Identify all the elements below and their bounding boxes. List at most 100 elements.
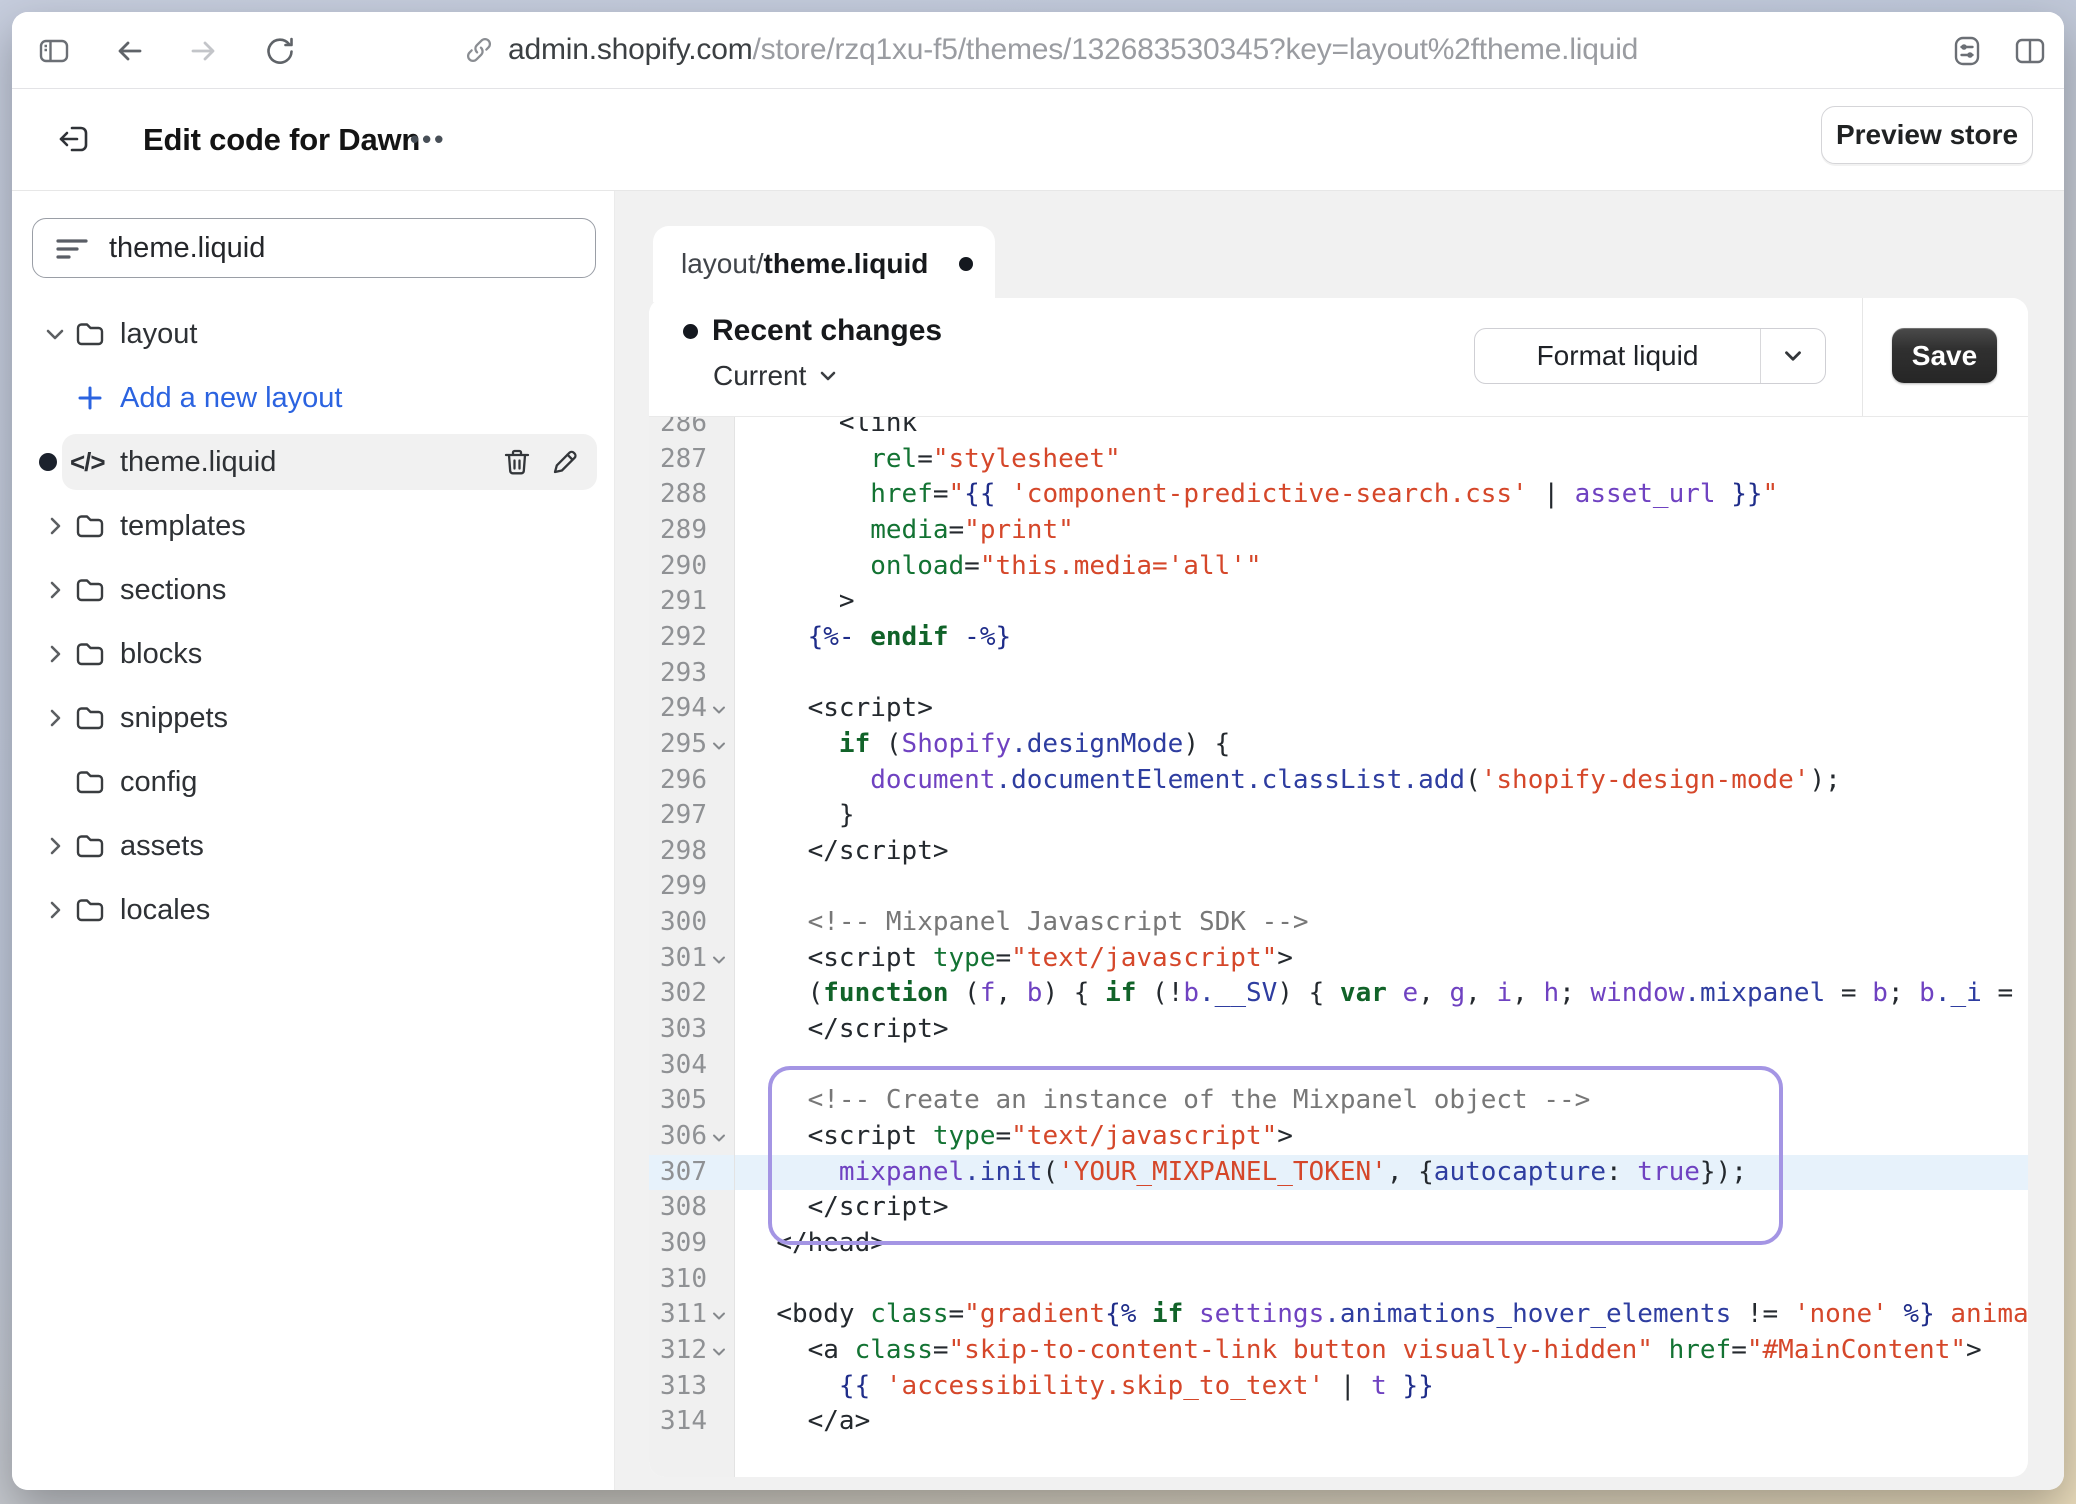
code-line-287[interactable]: rel="stylesheet" — [745, 442, 1121, 478]
sidebar-item-sections[interactable]: sections — [12, 558, 614, 622]
code-line-314[interactable]: </a> — [745, 1404, 870, 1440]
line-number[interactable]: 305 — [649, 1083, 707, 1119]
more-actions-button[interactable]: ••• — [410, 89, 446, 190]
delete-file-icon[interactable] — [501, 446, 533, 478]
code-line-300[interactable]: <!-- Mixpanel Javascript SDK --> — [745, 905, 1309, 941]
line-number[interactable]: 287 — [649, 442, 707, 478]
file-search-input[interactable]: theme.liquid — [32, 218, 596, 278]
sidebar-toggle-icon[interactable] — [37, 34, 71, 68]
code-line-296[interactable]: document.documentElement.classList.add('… — [745, 763, 1841, 799]
sidebar-item-locales[interactable]: locales — [12, 878, 614, 942]
line-number[interactable]: 291 — [649, 584, 707, 620]
line-number[interactable]: 306 — [649, 1119, 707, 1155]
code-line-289[interactable]: media="print" — [745, 513, 1074, 549]
tab-theme-liquid[interactable]: layout/theme.liquid — [653, 226, 995, 302]
code-line-297[interactable]: } — [745, 798, 855, 834]
code-line-307[interactable]: mixpanel.init('YOUR_MIXPANEL_TOKEN', {au… — [745, 1155, 1747, 1191]
line-number[interactable]: 298 — [649, 834, 707, 870]
line-number[interactable]: 295 — [649, 727, 707, 763]
fold-chevron-icon[interactable] — [709, 1119, 731, 1148]
code-line-305[interactable]: <!-- Create an instance of the Mixpanel … — [745, 1083, 1590, 1119]
extensions-icon[interactable] — [1950, 34, 1984, 68]
line-number[interactable]: 292 — [649, 620, 707, 656]
code-line-308[interactable]: </script> — [745, 1190, 949, 1226]
code-file-icon: </> — [70, 430, 105, 494]
fold-chevron-icon[interactable] — [709, 691, 731, 720]
chevron-right-icon[interactable] — [42, 513, 68, 539]
code-line-288[interactable]: href="{{ 'component-predictive-search.cs… — [745, 477, 1778, 513]
line-number[interactable]: 313 — [649, 1369, 707, 1405]
save-button[interactable]: Save — [1892, 328, 1997, 383]
line-number[interactable]: 294 — [649, 691, 707, 727]
rename-file-icon[interactable] — [549, 446, 581, 478]
line-number[interactable]: 286 — [649, 417, 707, 442]
format-options-chevron[interactable] — [1761, 329, 1825, 383]
line-number[interactable]: 289 — [649, 513, 707, 549]
code-line-312[interactable]: <a class="skip-to-content-link button vi… — [745, 1333, 1982, 1369]
forward-icon[interactable] — [186, 34, 220, 68]
line-number[interactable]: 304 — [649, 1048, 707, 1084]
back-icon[interactable] — [113, 34, 147, 68]
line-number[interactable]: 296 — [649, 763, 707, 799]
fold-chevron-icon[interactable] — [709, 941, 731, 970]
sidebar-item-add-a-new-layout[interactable]: Add a new layout — [12, 366, 614, 430]
line-number[interactable]: 312 — [649, 1333, 707, 1369]
code-line-311[interactable]: <body class="gradient{% if settings.anim… — [745, 1297, 2028, 1333]
sidebar-item-assets[interactable]: assets — [12, 814, 614, 878]
code-line-303[interactable]: </script> — [745, 1012, 949, 1048]
line-number[interactable]: 302 — [649, 976, 707, 1012]
code-line-313[interactable]: {{ 'accessibility.skip_to_text' | t }} — [745, 1369, 1434, 1405]
sidebar-item-blocks[interactable]: blocks — [12, 622, 614, 686]
sidebar-item-templates[interactable]: templates — [12, 494, 614, 558]
sidebar-item-layout[interactable]: layout — [12, 302, 614, 366]
line-number[interactable]: 288 — [649, 477, 707, 513]
line-number[interactable]: 290 — [649, 549, 707, 585]
code-line-292[interactable]: {%- endif -%} — [745, 620, 1011, 656]
code-line-295[interactable]: if (Shopify.designMode) { — [745, 727, 1230, 763]
code-line-309[interactable]: </head> — [745, 1226, 886, 1262]
code-line-298[interactable]: </script> — [745, 834, 949, 870]
preview-store-button[interactable]: Preview store — [1821, 106, 2033, 164]
format-liquid-button[interactable]: Format liquid — [1474, 328, 1826, 384]
sidebar-item-config[interactable]: config — [12, 750, 614, 814]
chevron-right-icon[interactable] — [42, 577, 68, 603]
version-dropdown[interactable]: Current — [713, 360, 840, 392]
split-view-icon[interactable] — [2013, 34, 2047, 68]
line-number[interactable]: 300 — [649, 905, 707, 941]
code-line-286[interactable]: <link — [745, 417, 917, 442]
fold-chevron-icon[interactable] — [709, 727, 731, 756]
line-number[interactable]: 309 — [649, 1226, 707, 1262]
line-number[interactable]: 293 — [649, 656, 707, 692]
code-line-290[interactable]: onload="this.media='all'" — [745, 549, 1262, 585]
code-line-301[interactable]: <script type="text/javascript"> — [745, 941, 1293, 977]
chevron-right-icon[interactable] — [42, 833, 68, 859]
line-number[interactable]: 303 — [649, 1012, 707, 1048]
fold-chevron-icon[interactable] — [709, 1297, 731, 1326]
code-line-306[interactable]: <script type="text/javascript"> — [745, 1119, 1293, 1155]
code-editor[interactable]: 2862872882892902912922932942952962972982… — [649, 417, 2028, 1477]
chevron-down-icon[interactable] — [42, 321, 68, 347]
line-number[interactable]: 311 — [649, 1297, 707, 1333]
sidebar-item-theme-liquid[interactable]: </>theme.liquid — [12, 430, 614, 494]
code-line-291[interactable]: > — [745, 584, 855, 620]
reload-icon[interactable] — [262, 34, 296, 68]
sidebar-item-snippets[interactable]: snippets — [12, 686, 614, 750]
line-number[interactable]: 307 — [649, 1155, 707, 1191]
code-line-302[interactable]: (function (f, b) { if (!b.__SV) { var e,… — [745, 976, 2028, 1012]
line-number[interactable]: 299 — [649, 869, 707, 905]
item-label: config — [120, 750, 197, 814]
line-number[interactable]: 310 — [649, 1262, 707, 1298]
code-line-294[interactable]: <script> — [745, 691, 933, 727]
line-number[interactable]: 314 — [649, 1404, 707, 1440]
line-number[interactable]: 297 — [649, 798, 707, 834]
item-label: snippets — [120, 686, 228, 750]
exit-editor-icon[interactable] — [57, 122, 91, 156]
chevron-right-icon[interactable] — [42, 897, 68, 923]
item-label: blocks — [120, 622, 202, 686]
line-number[interactable]: 301 — [649, 941, 707, 977]
chevron-right-icon[interactable] — [42, 705, 68, 731]
fold-chevron-icon[interactable] — [709, 1333, 731, 1362]
chevron-right-icon[interactable] — [42, 641, 68, 667]
address-bar[interactable]: admin.shopify.com/store/rzq1xu-f5/themes… — [464, 12, 1638, 88]
line-number[interactable]: 308 — [649, 1190, 707, 1226]
